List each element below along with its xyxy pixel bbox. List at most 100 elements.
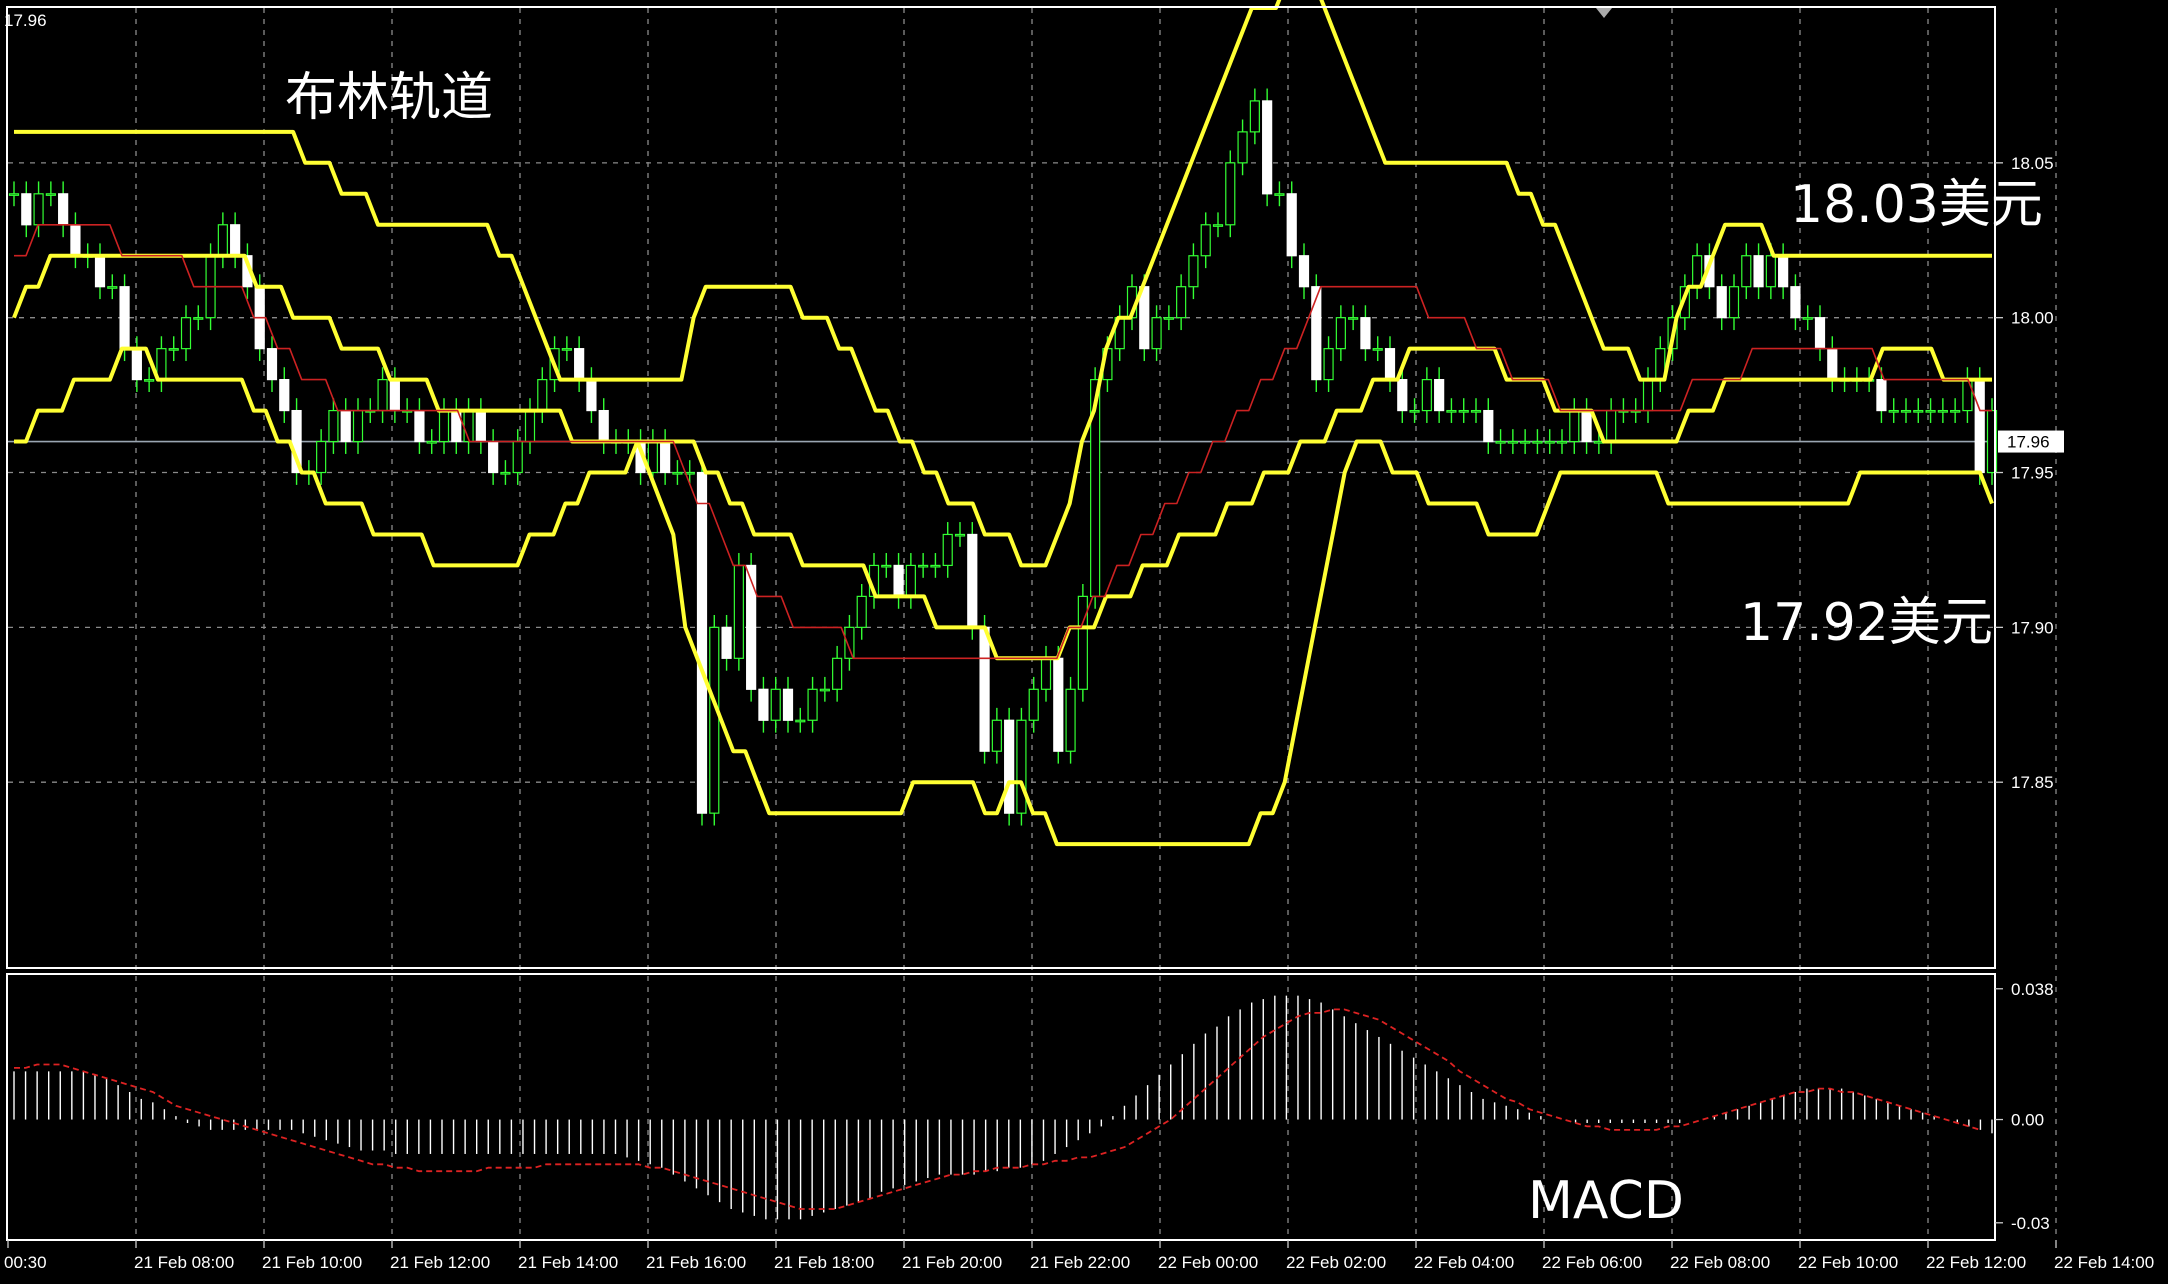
price-tick-label: 17.85 — [2011, 773, 2054, 792]
current-price-label: 17.96 — [2007, 433, 2050, 452]
macd-tick-label: -0.03 — [2011, 1214, 2050, 1233]
candle-body — [1311, 286, 1322, 381]
candle-body — [1139, 286, 1150, 350]
macd-tick-label: 0.00 — [2011, 1111, 2044, 1130]
candle-body — [1040, 657, 1052, 690]
time-tick-label: 00:30 — [4, 1253, 47, 1272]
time-tick-label: 21 Feb 18:00 — [774, 1253, 874, 1272]
candle-body — [58, 193, 69, 226]
candle-body — [561, 348, 572, 351]
candle-body — [1483, 409, 1494, 443]
candle-body — [942, 533, 953, 567]
candle-body — [438, 409, 450, 443]
candle-body — [1212, 224, 1224, 227]
candle-body — [1974, 379, 1985, 474]
candle-body — [967, 533, 978, 628]
candle-body — [1900, 409, 1912, 413]
candle-body — [500, 471, 511, 475]
candle-body — [1237, 131, 1248, 164]
candle-body — [180, 317, 192, 350]
candle-body — [586, 379, 597, 412]
candle-body — [1876, 379, 1887, 412]
candle-body — [328, 409, 339, 443]
candle-body — [414, 409, 425, 443]
candle-body — [893, 564, 904, 597]
time-tick-label: 22 Feb 08:00 — [1670, 1253, 1770, 1272]
candle-body — [266, 348, 278, 381]
candle-body — [1888, 409, 1899, 413]
trading-chart: 18.05 18.00 17.95 17.90 17.85 17.96 0.038 0.00 -… — [0, 0, 2168, 1284]
candle-body — [70, 224, 81, 257]
candle-body — [389, 379, 400, 412]
candle-body — [819, 688, 830, 692]
candle-body — [1692, 255, 1703, 288]
candle-body — [905, 564, 916, 597]
candle-body — [1446, 409, 1457, 413]
annotation-upper-price: 18.03美元 — [1790, 175, 2043, 235]
candle-body — [1274, 193, 1285, 196]
candle-body — [1409, 409, 1420, 413]
candle-body — [1937, 409, 1948, 413]
time-tick-label: 21 Feb 12:00 — [390, 1253, 490, 1272]
candle-body — [1163, 317, 1174, 320]
candle-body — [8, 193, 20, 196]
chart-title: 布林轨道 — [285, 68, 493, 128]
candle-body — [1556, 440, 1568, 444]
candle-body — [1802, 317, 1813, 320]
candle-body — [770, 688, 781, 721]
candle-body — [709, 626, 720, 814]
time-tick-label: 22 Feb 12:00 — [1926, 1253, 2026, 1272]
candle-body — [45, 193, 56, 196]
candle-body — [930, 564, 941, 568]
candle-body — [979, 626, 990, 752]
candle-body — [352, 409, 364, 443]
candle-body — [340, 409, 351, 443]
candle-body — [1360, 317, 1371, 350]
candle-body — [758, 688, 769, 721]
candle-body — [918, 564, 929, 568]
macd-tick-label: 0.038 — [2011, 980, 2054, 999]
candle-body — [1790, 286, 1801, 319]
candle-body — [524, 409, 536, 443]
candle-body — [107, 286, 118, 289]
candle-body — [1151, 317, 1162, 350]
candle-body — [537, 379, 548, 412]
candle-body — [488, 440, 499, 474]
candle-body — [660, 440, 671, 474]
candle-body — [1913, 409, 1924, 413]
time-tick-label: 22 Feb 10:00 — [1798, 1253, 1898, 1272]
candle-body — [1004, 719, 1015, 814]
candle-body — [316, 440, 327, 474]
candle-body — [1335, 317, 1346, 350]
candle-body — [1298, 255, 1310, 288]
candle-body — [1188, 255, 1199, 288]
candle-body — [795, 719, 806, 723]
candle-body — [782, 688, 794, 721]
symbol-price-label: 17.96 — [4, 11, 47, 30]
candle-body — [1532, 440, 1543, 444]
candle-body — [33, 193, 44, 226]
candle-body — [144, 379, 155, 382]
candle-body — [954, 533, 966, 537]
candle-body — [1520, 440, 1531, 444]
candle-body — [1176, 286, 1187, 319]
candle-body — [807, 688, 818, 721]
candle-body — [1765, 255, 1776, 288]
candle-body — [1495, 440, 1506, 444]
candle-body — [1397, 379, 1408, 412]
candle-body — [1925, 409, 1936, 413]
candle-body — [131, 348, 142, 381]
candle-body — [1348, 317, 1359, 320]
candle-body — [598, 409, 609, 443]
candle-body — [1262, 100, 1273, 195]
candle-body — [1053, 657, 1064, 752]
candle-body — [1470, 409, 1482, 413]
candle-body — [1581, 409, 1592, 443]
candle-body — [1372, 348, 1383, 351]
candle-body — [1384, 348, 1396, 381]
candle-body — [1225, 162, 1236, 226]
candle-body — [1286, 193, 1297, 257]
candle-body — [1458, 409, 1469, 413]
time-tick-label: 22 Feb 02:00 — [1286, 1253, 1386, 1272]
candle-body — [119, 286, 130, 350]
